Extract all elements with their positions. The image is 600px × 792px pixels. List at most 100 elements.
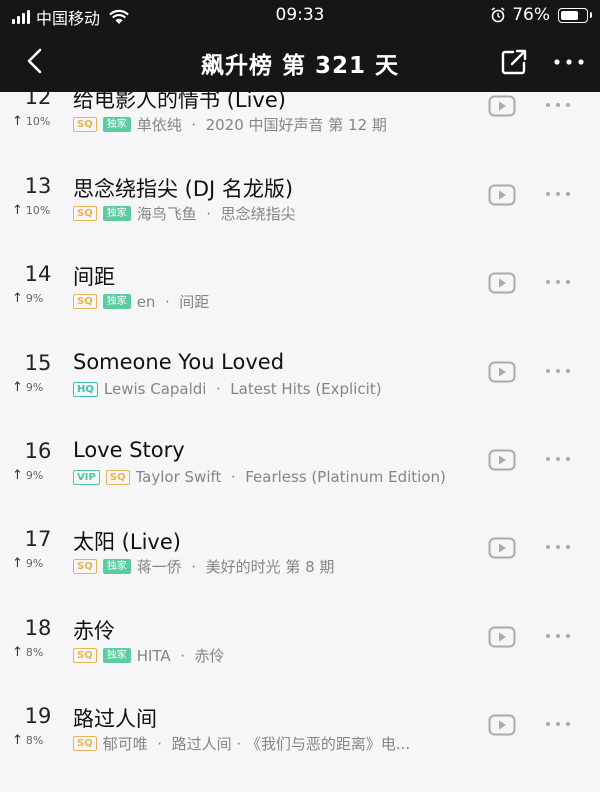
- more-options-icon[interactable]: [545, 539, 571, 555]
- more-options-icon[interactable]: [545, 186, 571, 202]
- artist-name: Lewis Capaldi: [103, 380, 207, 398]
- quality-badge: SQ: [73, 294, 97, 309]
- header: 中国移动 09:33 76% 飙升榜 第 321 天: [0, 0, 600, 92]
- more-options-icon[interactable]: [545, 363, 571, 379]
- song-row[interactable]: 17 ↑ 9% 太阳 (Live) SQ 独家 蒋一侨 · 美好的时光 第 8 期: [0, 527, 600, 615]
- artist-name: 蒋一侨: [136, 558, 182, 576]
- more-options-icon[interactable]: [545, 274, 571, 290]
- album-name: 美好的时光 第 8 期: [205, 558, 335, 576]
- up-arrow-icon: ↑: [12, 733, 23, 748]
- more-options-icon[interactable]: [545, 451, 571, 467]
- artist-name: Taylor Swift: [135, 468, 222, 486]
- album-name: 间距: [179, 293, 210, 311]
- separator: ·: [196, 205, 221, 223]
- up-arrow-icon: ↑: [12, 291, 23, 306]
- up-arrow-icon: ↑: [12, 468, 23, 483]
- separator: ·: [170, 647, 195, 665]
- song-meta: SQ 独家 HITA · 赤伶: [73, 645, 478, 666]
- share-icon[interactable]: [500, 48, 528, 76]
- song-row[interactable]: 14 ↑ 9% 间距 SQ 独家 en · 间距: [0, 262, 600, 350]
- rank-number: 19: [24, 704, 52, 728]
- quality-badge: 独家: [102, 648, 131, 663]
- more-icon[interactable]: [552, 48, 586, 76]
- play-video-icon[interactable]: [488, 95, 516, 117]
- play-video-icon[interactable]: [488, 449, 516, 471]
- play-video-icon[interactable]: [488, 537, 516, 559]
- artist-name: HITA: [136, 647, 171, 665]
- artist-name: 海鸟飞鱼: [136, 205, 197, 223]
- rank-change: ↑ 8%: [12, 645, 62, 660]
- rank-number: 16: [24, 439, 52, 463]
- song-meta: SQ 独家 蒋一侨 · 美好的时光 第 8 期: [73, 556, 478, 577]
- song-row[interactable]: 19 ↑ 8% 路过人间 SQ 郁可唯 · 路过人间 · 《我们与恶的距离》电...: [0, 704, 600, 792]
- separator: ·: [147, 735, 172, 753]
- more-options-icon[interactable]: [545, 628, 571, 644]
- song-row[interactable]: 12 ↑ 10% 给电影人的情书 (Live) SQ 独家 单依纯 · 2020 中国好声音…: [0, 85, 600, 173]
- more-options-icon[interactable]: [545, 97, 571, 113]
- play-video-icon[interactable]: [488, 361, 516, 383]
- quality-badge: SQ: [73, 559, 97, 574]
- quality-badge: 独家: [102, 117, 131, 132]
- rank-number: 15: [24, 351, 52, 375]
- artist-name: en: [136, 293, 156, 311]
- song-title: Love Story: [73, 438, 185, 462]
- rank-change: ↑ 8%: [12, 733, 62, 748]
- rank-number: 17: [24, 527, 52, 551]
- quality-badge: SQ: [73, 648, 97, 663]
- quality-badge: SQ: [73, 117, 97, 132]
- song-list: 12 ↑ 10% 给电影人的情书 (Live) SQ 独家 单依纯 · 2020 中国好声音…: [0, 0, 600, 788]
- change-percent: 8%: [25, 734, 44, 747]
- up-arrow-icon: ↑: [12, 380, 23, 395]
- album-name: 2020 中国好声音 第 12 期: [205, 116, 387, 134]
- rank-number: 14: [24, 262, 52, 286]
- rank-change: ↑ 10%: [12, 114, 62, 129]
- song-meta: SQ 独家 海鸟飞鱼 · 思念绕指尖: [73, 203, 478, 224]
- separator: ·: [181, 558, 206, 576]
- rank-change: ↑ 9%: [12, 291, 62, 306]
- song-row[interactable]: 18 ↑ 8% 赤伶 SQ 独家 HITA · 赤伶: [0, 616, 600, 704]
- song-row[interactable]: 13 ↑ 10% 思念绕指尖 (DJ 名龙版) SQ 独家 海鸟飞鱼 · 思念绕指尖: [0, 174, 600, 262]
- quality-badge: 独家: [102, 559, 131, 574]
- artist-album: 海鸟飞鱼 · 思念绕指尖: [137, 203, 296, 224]
- rank-change: ↑ 9%: [12, 468, 62, 483]
- artist-album: 郁可唯 · 路过人间 · 《我们与恶的距离》电...: [103, 733, 410, 754]
- quality-badge: VIP: [73, 469, 100, 485]
- song-meta: HQ Lewis Capaldi · Latest Hits (Explicit): [73, 380, 478, 398]
- song-meta: SQ 独家 en · 间距: [73, 291, 478, 312]
- quality-badge: HQ: [73, 381, 98, 397]
- song-title: 路过人间: [73, 707, 157, 731]
- artist-name: 郁可唯: [102, 735, 148, 753]
- album-name: 思念绕指尖: [220, 205, 296, 223]
- more-options-icon[interactable]: [545, 716, 571, 732]
- artist-album: 单依纯 · 2020 中国好声音 第 12 期: [137, 114, 387, 135]
- song-meta: VIP SQ Taylor Swift · Fearless (Platinum E…: [73, 468, 478, 486]
- change-percent: 9%: [25, 292, 44, 305]
- artist-album: Taylor Swift · Fearless (Platinum Editio…: [136, 468, 446, 486]
- change-percent: 10%: [25, 115, 51, 128]
- play-video-icon[interactable]: [488, 714, 516, 736]
- up-arrow-icon: ↑: [12, 203, 23, 218]
- quality-badge: SQ: [73, 736, 97, 751]
- up-arrow-icon: ↑: [12, 556, 23, 571]
- album-name: 赤伶: [194, 647, 225, 665]
- song-meta: SQ 独家 单依纯 · 2020 中国好声音 第 12 期: [73, 114, 478, 135]
- song-meta: SQ 郁可唯 · 路过人间 · 《我们与恶的距离》电...: [73, 733, 478, 754]
- quality-badge: 独家: [102, 206, 131, 221]
- change-percent: 8%: [25, 646, 44, 659]
- separator: ·: [155, 293, 180, 311]
- separator: ·: [181, 116, 206, 134]
- status-bar: 中国移动 09:33 76%: [0, 0, 600, 32]
- song-row[interactable]: 16 ↑ 9% Love Story VIP SQ Taylor Swift · Fearl…: [0, 438, 600, 527]
- song-title: 间距: [73, 265, 115, 289]
- alarm-icon: [491, 7, 505, 23]
- song-row[interactable]: 15 ↑ 9% Someone You Loved HQ Lewis Capaldi · …: [0, 350, 600, 439]
- play-video-icon[interactable]: [488, 626, 516, 648]
- rank-number: 13: [24, 174, 52, 198]
- play-video-icon[interactable]: [488, 272, 516, 294]
- artist-album: en · 间距: [137, 291, 210, 312]
- play-video-icon[interactable]: [488, 184, 516, 206]
- quality-badge: 独家: [102, 294, 131, 309]
- artist-name: 单依纯: [136, 116, 182, 134]
- up-arrow-icon: ↑: [12, 645, 23, 660]
- battery-percent: 76%: [512, 5, 550, 25]
